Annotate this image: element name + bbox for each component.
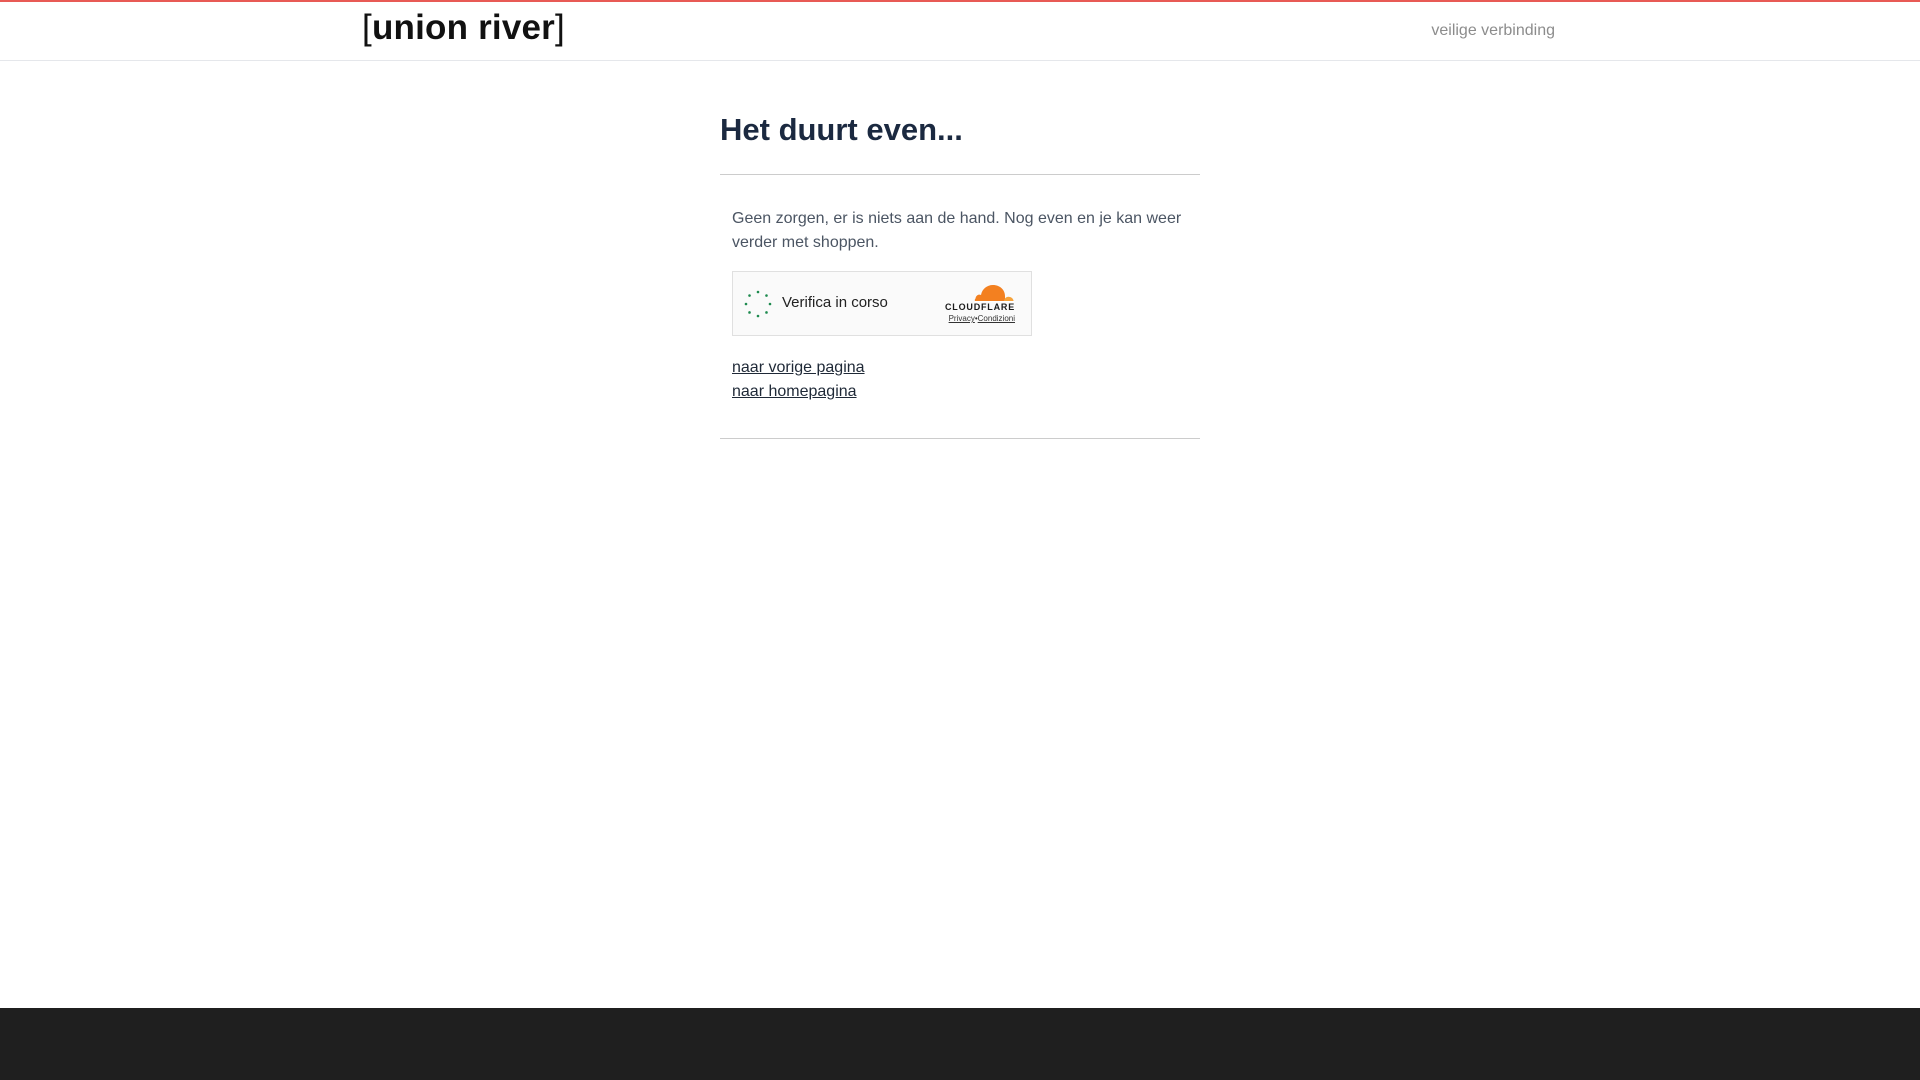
secure-connection-label: veilige verbinding [1431, 22, 1555, 39]
union-river-logo[interactable]: [union river] [362, 8, 565, 48]
main-content: Het duurt even... Geen zorgen, er is nie… [720, 108, 1200, 439]
site-header: [union river] veilige verbinding [0, 2, 1920, 61]
logo-close-bracket: ] [555, 8, 565, 47]
page-title: Het duurt even... [720, 108, 1200, 175]
loading-spinner-icon [744, 290, 772, 318]
privacy-link[interactable]: Privacy [949, 314, 975, 323]
previous-page-link[interactable]: naar vorige pagina [732, 356, 1188, 380]
cloudflare-links: Privacy•Condizioni [949, 314, 1015, 323]
logo-text: union river [371, 8, 555, 47]
terms-link[interactable]: Condizioni [978, 314, 1015, 323]
homepage-link[interactable]: naar homepagina [732, 380, 1188, 404]
logo-open-bracket: [ [362, 8, 372, 47]
cloudflare-brand: CLOUDFLARE Privacy•Condizioni [935, 282, 1015, 326]
cloudflare-cloud-icon [974, 285, 1014, 303]
navigation-links: naar vorige pagina naar homepagina [732, 356, 1188, 404]
verification-status-text: Verifica in corso [782, 294, 888, 311]
cloudflare-verification-widget[interactable]: Verifica in corso CLOUDFLARE Privacy•Con… [732, 271, 1032, 336]
cloudflare-wordmark: CLOUDFLARE [945, 302, 1015, 312]
reassurance-message: Geen zorgen, er is niets aan de hand. No… [732, 210, 1182, 251]
page-footer [0, 1008, 1920, 1080]
content-body: Geen zorgen, er is niets aan de hand. No… [720, 175, 1200, 439]
